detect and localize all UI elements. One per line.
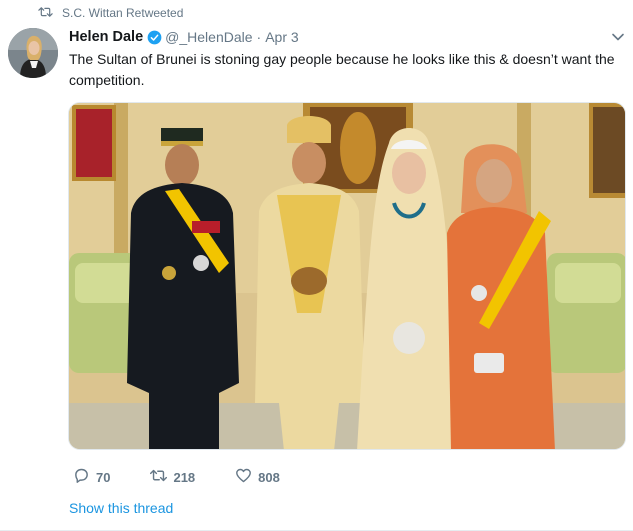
author-handle[interactable]: @_HelenDale bbox=[165, 29, 252, 45]
retweet-label: S.C. Wittan Retweeted bbox=[62, 6, 184, 20]
author-name[interactable]: Helen Dale bbox=[69, 29, 143, 45]
tweet-text: The Sultan of Brunei is stoning gay peop… bbox=[69, 51, 615, 88]
tweet[interactable]: S.C. Wittan Retweeted Helen Dale @_Helen… bbox=[0, 0, 633, 531]
like-count: 808 bbox=[258, 469, 280, 485]
retweet-button[interactable]: 218 bbox=[150, 467, 195, 487]
retweet-count: 218 bbox=[173, 469, 196, 485]
avatar[interactable] bbox=[8, 28, 58, 78]
tweet-photo[interactable] bbox=[68, 102, 626, 450]
like-button[interactable]: 808 bbox=[235, 467, 280, 487]
tweet-header: Helen Dale @_HelenDale · Apr 3 bbox=[69, 27, 625, 47]
verified-icon bbox=[147, 30, 162, 45]
reply-count: 70 bbox=[96, 469, 111, 485]
retweet-icon bbox=[38, 6, 53, 21]
heart-icon bbox=[235, 467, 252, 487]
chevron-down-icon[interactable] bbox=[611, 30, 625, 44]
retweet-icon bbox=[150, 467, 168, 487]
reply-button[interactable]: 70 bbox=[73, 467, 110, 487]
reply-icon bbox=[73, 467, 90, 487]
retweet-context: S.C. Wittan Retweeted bbox=[38, 5, 183, 21]
tweet-date[interactable]: Apr 3 bbox=[265, 29, 298, 45]
separator-dot: · bbox=[256, 29, 262, 45]
tweet-actions: 70 218 808 bbox=[73, 466, 320, 488]
show-thread-link[interactable]: Show this thread bbox=[69, 500, 173, 516]
